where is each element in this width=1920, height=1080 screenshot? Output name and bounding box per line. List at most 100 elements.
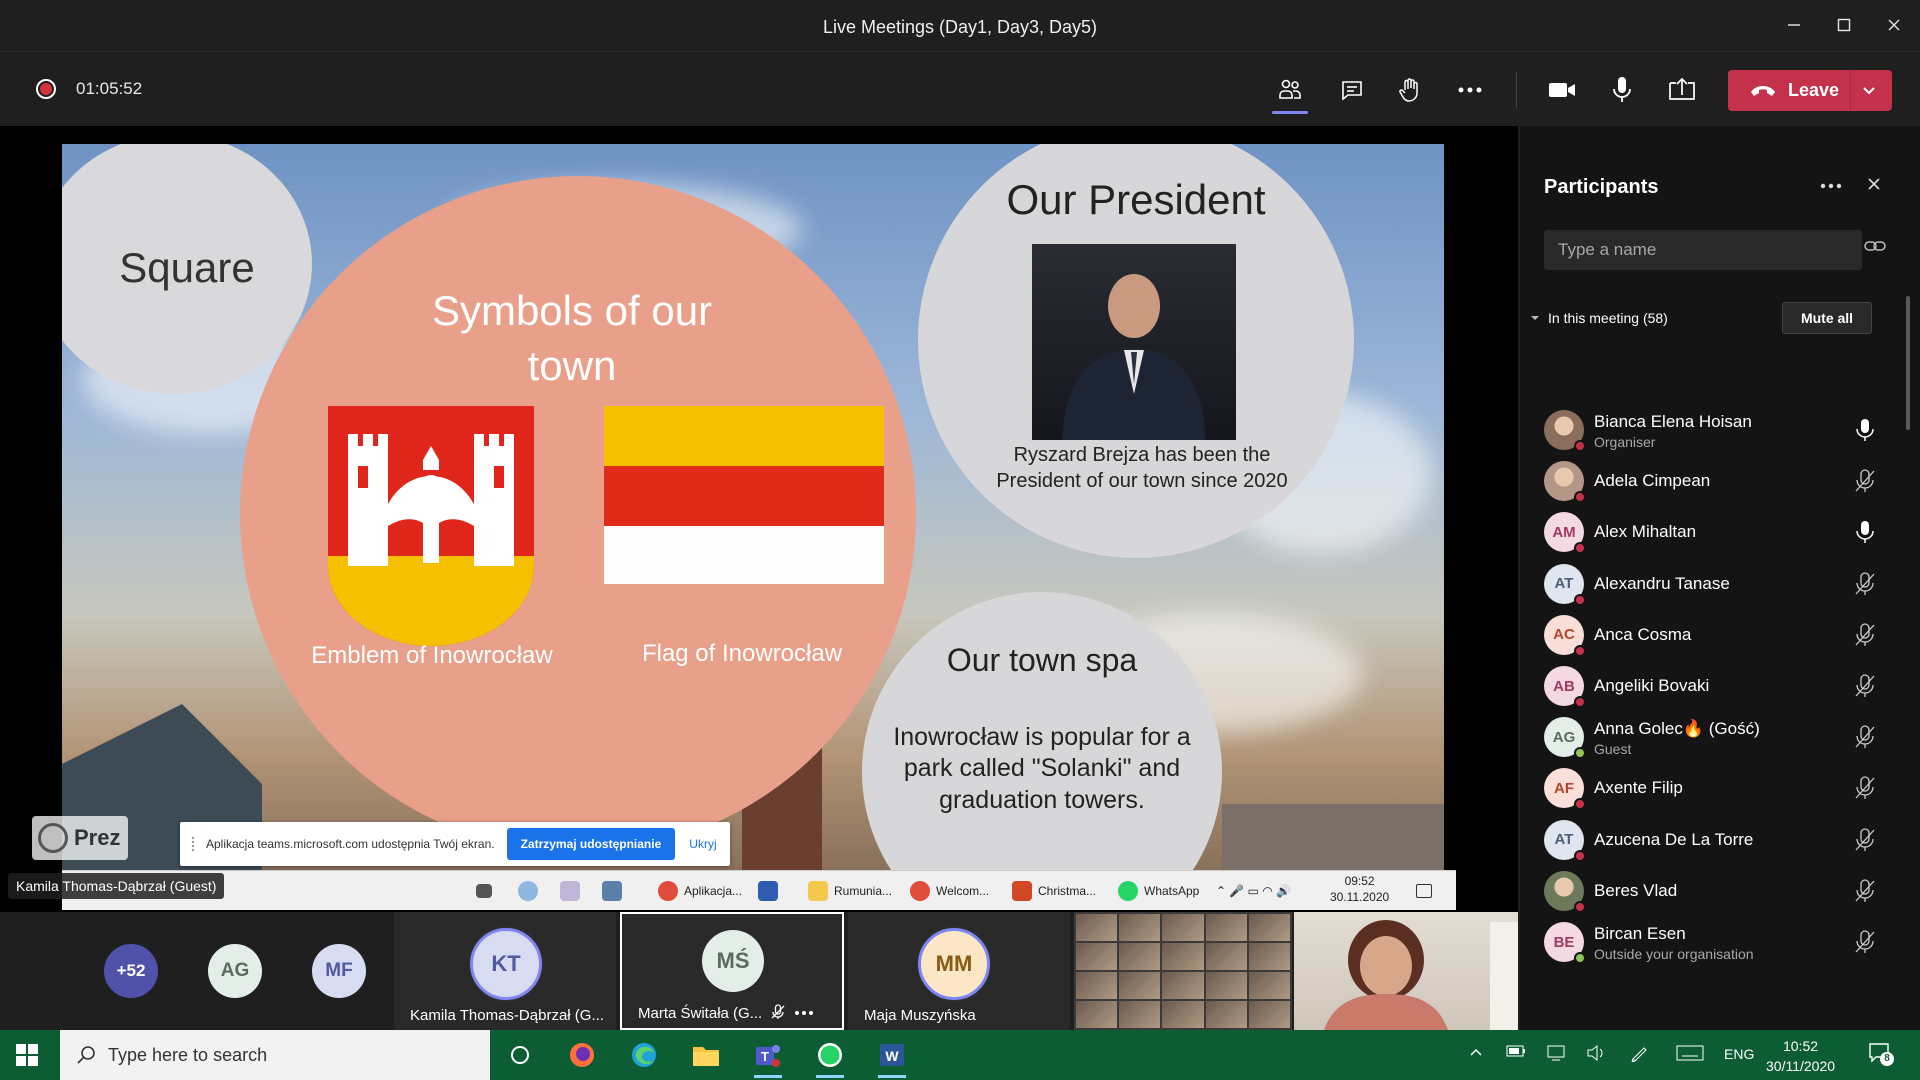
participant-row[interactable]: AB Angeliki Bovaki [1544, 660, 1884, 712]
participant-search-input[interactable] [1544, 230, 1862, 270]
microphone-button[interactable] [1602, 70, 1642, 110]
windows-taskbar: Type here to search T W ENG 10:52 30/11/… [0, 1030, 1920, 1080]
file-explorer-app[interactable] [688, 1039, 724, 1071]
cortana-button[interactable] [502, 1039, 538, 1071]
battery-button[interactable] [1506, 1044, 1526, 1061]
action-center-button[interactable]: 8 [1868, 1042, 1894, 1067]
show-chat-button[interactable] [1332, 70, 1372, 110]
volume-button[interactable] [1586, 1044, 1606, 1065]
prezi-badge[interactable]: Prez [32, 816, 128, 860]
close-panel-button[interactable] [1866, 176, 1882, 197]
presenter-name-label: Kamila Thomas-Dąbrzał (Guest) [8, 873, 225, 899]
mic-off-icon[interactable] [1854, 930, 1876, 954]
windows-logo-icon [16, 1044, 38, 1066]
minimize-button[interactable] [1776, 10, 1812, 40]
participant-row[interactable]: AM Alex Mihaltan [1544, 506, 1884, 558]
stop-sharing-button[interactable]: Zatrzymaj udostępnianie [506, 828, 676, 860]
start-button[interactable] [16, 1044, 38, 1071]
participant-row[interactable]: AT Alexandru Tanase [1544, 558, 1884, 610]
participant-name: Adela Cimpean [1594, 471, 1711, 491]
presenter-notification-icon [1416, 879, 1438, 903]
participant-row[interactable]: BE Bircan Esen Outside your organisation [1544, 916, 1884, 968]
camera-button[interactable] [1542, 70, 1582, 110]
mic-off-icon[interactable] [1854, 725, 1876, 749]
hide-sharing-bar-link[interactable]: Ukryj [689, 837, 716, 851]
participant-row[interactable]: AC Anca Cosma [1544, 609, 1884, 661]
participant-row[interactable]: Beres Vlad [1544, 865, 1884, 917]
edge-app[interactable] [626, 1039, 662, 1071]
participant-tile[interactable]: KT Kamila Thomas-Dąbrzał (G... [394, 912, 616, 1030]
close-window-button[interactable] [1876, 10, 1912, 40]
folder-icon [693, 1047, 719, 1066]
more-actions-button[interactable] [1450, 70, 1490, 110]
participant-row[interactable]: AF Axente Filip [1544, 762, 1884, 814]
panel-more-button[interactable] [1820, 176, 1842, 194]
pen-button[interactable] [1630, 1044, 1650, 1065]
drag-handle[interactable] [192, 837, 198, 851]
leave-divider [1850, 70, 1851, 111]
participant-video-feed[interactable] [1294, 912, 1518, 1030]
microphone-icon[interactable] [1854, 520, 1876, 544]
avatar[interactable]: MF [312, 944, 366, 998]
input-language[interactable]: ENG [1724, 1046, 1754, 1062]
microphone-icon [1613, 77, 1631, 102]
participant-row[interactable]: AT Azucena De La Torre [1544, 814, 1884, 866]
prezi-logo-icon [38, 823, 68, 853]
participant-name: Alex Mihaltan [1594, 522, 1697, 542]
firefox-app[interactable] [564, 1039, 600, 1071]
mic-off-icon[interactable] [1854, 469, 1876, 493]
clock-date: 30/11/2020 [1766, 1058, 1836, 1074]
mic-off-icon[interactable] [1854, 879, 1876, 903]
mic-off-icon[interactable] [1854, 827, 1876, 852]
tile-name: Maja Muszyńska [864, 1007, 976, 1024]
taskbar-search-box[interactable]: Type here to search [60, 1030, 490, 1080]
whatsapp-app[interactable] [812, 1039, 848, 1078]
mic-off-icon[interactable] [1854, 674, 1876, 698]
clock-time: 10:52 [1782, 1038, 1819, 1054]
taskbar-search-placeholder: Type here to search [108, 1044, 268, 1065]
presenter-taskbar: Aplikacja... Rumunia... Welcom... Christ… [62, 870, 1456, 910]
participant-tile[interactable]: MM Maja Muszyńska [848, 912, 1070, 1030]
maximize-button[interactable] [1826, 10, 1862, 40]
more-icon[interactable] [794, 1010, 814, 1016]
raise-hand-button[interactable] [1390, 70, 1430, 110]
avatar: KT [470, 928, 542, 1000]
mute-all-button[interactable]: Mute all [1782, 302, 1872, 334]
more-participants-button[interactable]: +52 [104, 944, 158, 998]
window-title: Live Meetings (Day1, Day3, Day5) [822, 17, 1098, 37]
president-title: Our President [1006, 176, 1266, 223]
mic-off-icon[interactable] [1854, 571, 1876, 596]
word-app[interactable]: W [874, 1039, 910, 1078]
meeting-toolbar: 01:05:52 Leave [0, 52, 1920, 126]
presence-status-dot [1574, 798, 1586, 811]
mic-off-icon[interactable] [1854, 623, 1876, 647]
touch-keyboard-button[interactable] [1676, 1044, 1704, 1065]
presenter-tray-icons: ⌃ 🎤 ▭ ◠ 🔊 [1216, 884, 1292, 898]
spa-description: Inowrocław is popular for a park called … [893, 723, 1191, 814]
in-meeting-section[interactable]: In this meeting (58) [1530, 310, 1668, 326]
leave-button[interactable]: Leave [1728, 70, 1892, 111]
share-content-button[interactable] [1662, 70, 1702, 110]
microphone-icon[interactable] [1854, 418, 1876, 442]
teams-app[interactable]: T [750, 1039, 786, 1078]
maximize-icon [1837, 18, 1851, 32]
volume-icon [1587, 1044, 1603, 1062]
show-hidden-icons-button[interactable] [1468, 1044, 1484, 1063]
network-button[interactable] [1546, 1044, 1566, 1065]
president-photo [1032, 244, 1236, 440]
participant-tile[interactable]: MŚ Marta Świtała (G... [620, 912, 844, 1030]
participant-row[interactable]: Bianca Elena Hoisan Organiser [1544, 404, 1884, 456]
panel-scrollbar[interactable] [1906, 296, 1910, 430]
share-invite-button[interactable] [1864, 238, 1886, 259]
avatar[interactable]: AG [208, 944, 262, 998]
chevron-down-icon[interactable] [1860, 81, 1878, 99]
participant-row[interactable]: Adela Cimpean [1544, 455, 1884, 507]
symbols-title: Symbols of our town [431, 287, 713, 389]
classroom-video-feed[interactable] [1074, 912, 1292, 1030]
mic-off-icon[interactable] [1854, 776, 1876, 800]
share-icon [1669, 77, 1695, 100]
taskbar-clock[interactable]: 10:52 30/11/2020 [1766, 1036, 1835, 1076]
participant-row[interactable]: AG Anna Golec🔥 (Gość) Guest [1544, 711, 1884, 763]
word-icon: W [880, 1044, 904, 1066]
show-participants-button[interactable] [1270, 70, 1310, 114]
